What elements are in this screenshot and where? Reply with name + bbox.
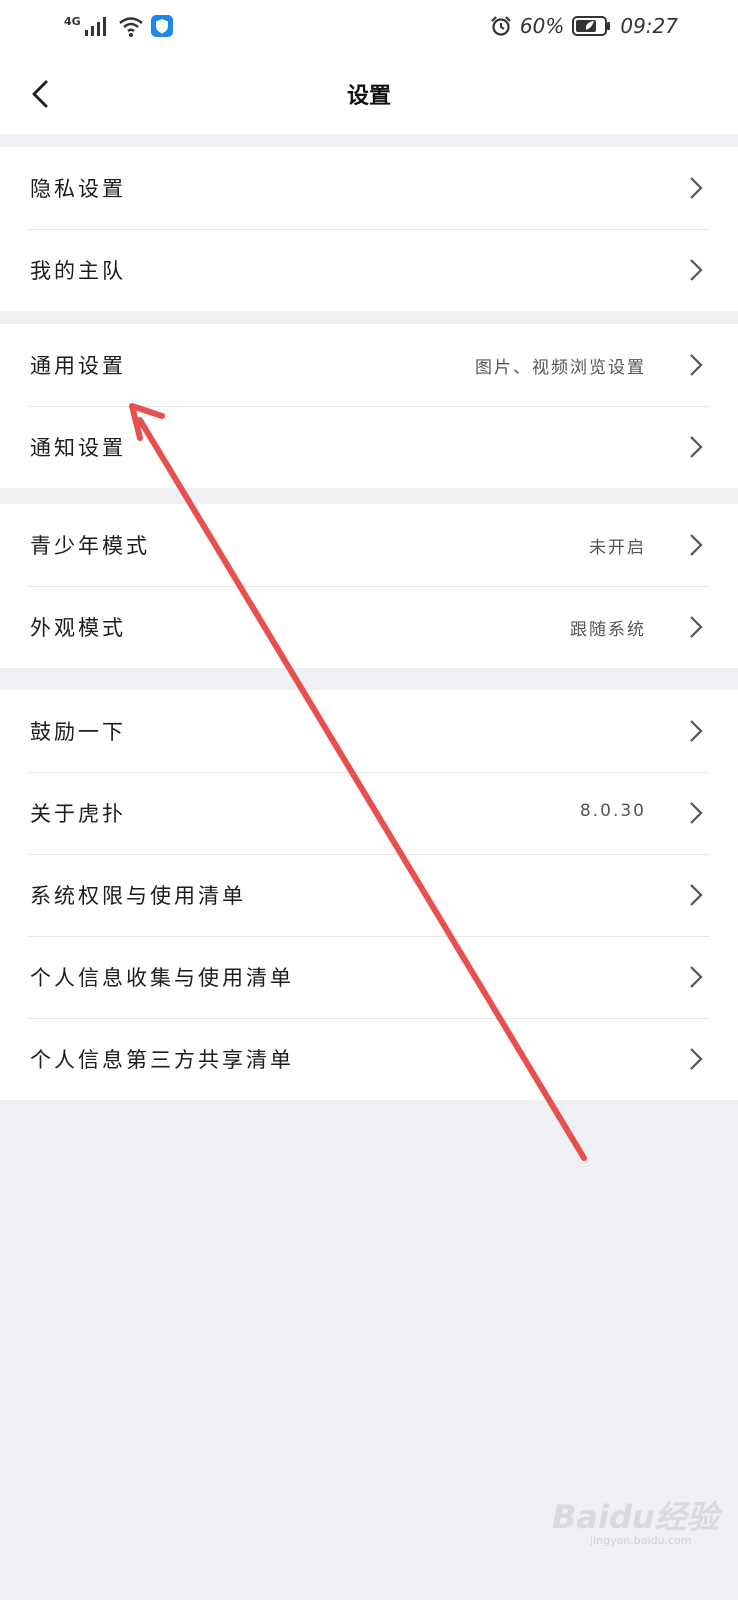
settings-row-personal-info-collection[interactable]: 个人信息收集与使用清单: [0, 936, 738, 1018]
chevron-right-icon: [690, 259, 703, 281]
battery-icon: [572, 16, 611, 36]
row-label: 隐私设置: [30, 177, 126, 201]
settings-row-teen-mode[interactable]: 青少年模式 未开启: [0, 504, 738, 586]
row-value: 图片、视频浏览设置: [475, 358, 646, 378]
settings-row-general[interactable]: 通用设置 图片、视频浏览设置: [0, 324, 738, 406]
row-label: 系统权限与使用清单: [30, 884, 246, 908]
row-label: 关于虎扑: [30, 802, 126, 826]
chevron-right-icon: [690, 884, 703, 906]
row-label: 通用设置: [30, 354, 126, 378]
network-type: 4G: [64, 14, 81, 28]
settings-group-modes: 青少年模式 未开启 外观模式 跟随系统: [0, 504, 738, 668]
settings-group-about: 鼓励一下 关于虎扑 8.0.30 系统权限与使用清单 个人信息收集与使用清单 个…: [0, 690, 738, 1100]
row-label: 外观模式: [30, 616, 126, 640]
row-value: 跟随系统: [570, 620, 646, 640]
status-bar: 4G 60% 09:27: [0, 0, 738, 56]
clock: 09:27: [620, 14, 678, 38]
page-title: 设置: [346, 84, 391, 109]
watermark-url: jingyan.baidu.com: [590, 1534, 692, 1547]
settings-group-account: 隐私设置 我的主队: [0, 147, 738, 311]
chevron-right-icon: [690, 720, 703, 742]
battery-percent: 60%: [519, 14, 565, 38]
chevron-right-icon: [690, 802, 703, 824]
row-value: 未开启: [589, 538, 646, 558]
watermark-logo: Baidu经验: [552, 1498, 719, 1536]
settings-row-about[interactable]: 关于虎扑 8.0.30: [0, 772, 738, 854]
row-label: 鼓励一下: [30, 720, 126, 744]
top-nav-bar: 设置: [0, 56, 738, 134]
row-label: 我的主队: [30, 259, 126, 283]
wifi-icon: [118, 17, 143, 37]
chevron-right-icon: [690, 534, 703, 556]
settings-row-appearance[interactable]: 外观模式 跟随系统: [0, 586, 738, 668]
signal-icon: [84, 17, 106, 36]
chevron-right-icon: [690, 966, 703, 988]
status-right: 60% 09:27: [490, 14, 678, 38]
row-label: 个人信息收集与使用清单: [30, 966, 294, 990]
settings-row-permissions[interactable]: 系统权限与使用清单: [0, 854, 738, 936]
shield-app-icon: [150, 15, 173, 37]
chevron-right-icon: [690, 436, 703, 458]
chevron-right-icon: [690, 177, 703, 199]
chevron-right-icon: [690, 354, 703, 376]
row-label: 青少年模式: [30, 534, 150, 558]
settings-row-encourage[interactable]: 鼓励一下: [0, 690, 738, 772]
status-left: 4G: [64, 14, 173, 38]
app-version: 8.0.30: [579, 801, 646, 821]
settings-row-notifications[interactable]: 通知设置: [0, 406, 738, 488]
row-label: 个人信息第三方共享清单: [30, 1048, 294, 1072]
alarm-icon: [491, 16, 511, 36]
chevron-right-icon: [690, 616, 703, 638]
chevron-right-icon: [690, 1048, 703, 1070]
settings-row-my-team[interactable]: 我的主队: [0, 229, 738, 311]
settings-group-general: 通用设置 图片、视频浏览设置 通知设置: [0, 324, 738, 488]
row-label: 通知设置: [30, 436, 126, 460]
settings-row-third-party-sharing[interactable]: 个人信息第三方共享清单: [0, 1018, 738, 1100]
settings-row-privacy[interactable]: 隐私设置: [0, 147, 738, 229]
